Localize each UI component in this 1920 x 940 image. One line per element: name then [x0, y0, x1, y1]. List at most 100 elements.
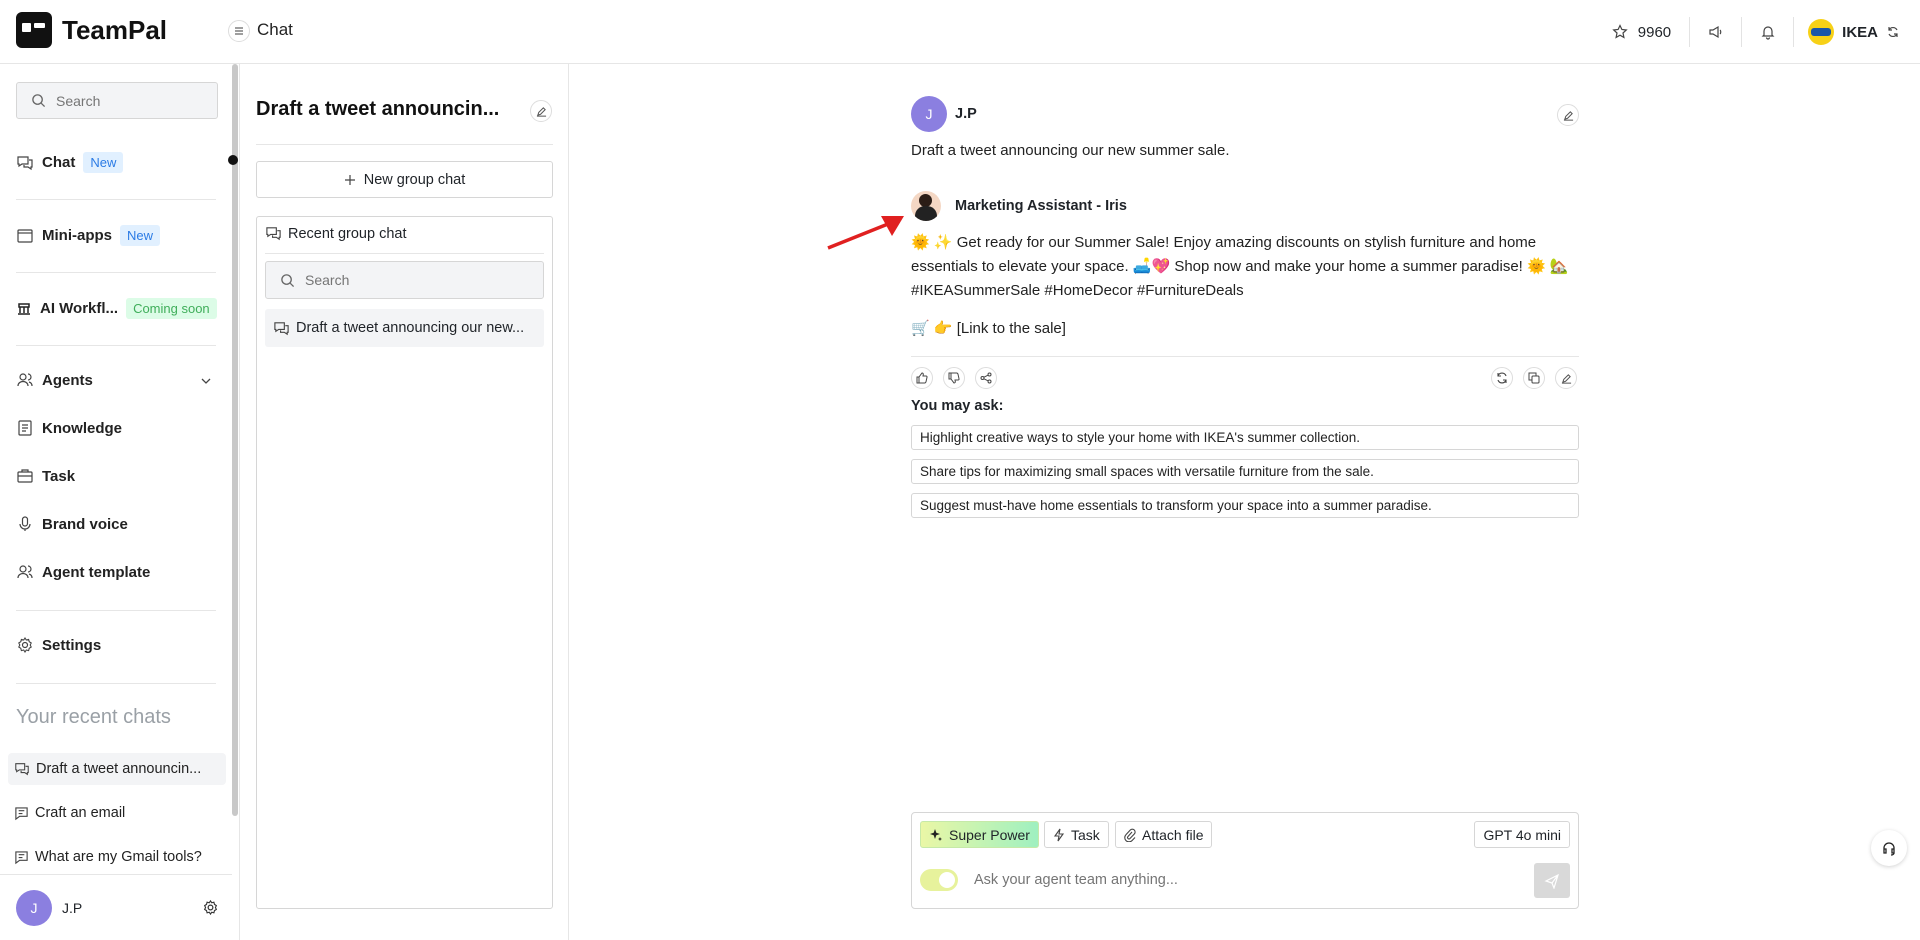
recent-chats-title: Your recent chats — [16, 706, 171, 728]
credits-count: 9960 — [1637, 23, 1672, 41]
thumbs-up-icon — [916, 372, 928, 384]
message-text: Draft a tweet announcing our new summer … — [911, 142, 1230, 159]
sidebar-item-agents[interactable]: Agents — [16, 371, 216, 389]
dislike-button[interactable] — [943, 367, 965, 389]
app-logo[interactable]: TeamPal — [16, 12, 167, 48]
announcements-button[interactable] — [1690, 17, 1743, 47]
suggestion-item[interactable]: Highlight creative ways to style your ho… — [911, 425, 1579, 450]
sidebar-search[interactable] — [16, 82, 218, 119]
app-root: TeamPal Chat 9960 IKEA Search Chat New M… — [0, 0, 1920, 940]
new-group-chat-button[interactable]: New group chat — [256, 161, 553, 198]
megaphone-icon — [1709, 25, 1722, 39]
group-chat-item[interactable]: Draft a tweet announcing our new... — [265, 309, 544, 347]
sidebar-item-ai-workflow[interactable]: AI Workfl... Coming soon — [16, 298, 217, 319]
recent-group-chat-label: Recent group chat — [288, 225, 407, 242]
sidebar-toggle-button[interactable] — [228, 20, 250, 42]
sidebar-item-agent-template[interactable]: Agent template — [16, 563, 150, 581]
user-profile[interactable]: J J.P — [0, 874, 232, 940]
message-actions — [911, 356, 1579, 396]
chat-icon — [17, 155, 33, 170]
sparkle-icon — [930, 828, 942, 841]
you-may-ask-title: You may ask: — [911, 398, 1004, 414]
sidebar-item-mini-apps[interactable]: Mini-apps New — [16, 225, 161, 246]
recent-chat-item[interactable]: Draft a tweet announcin... — [8, 753, 226, 785]
credits-button[interactable]: 9960 — [1612, 17, 1691, 47]
support-button[interactable] — [1871, 830, 1907, 866]
super-power-button[interactable]: Super Power — [920, 821, 1039, 848]
group-chat-search-input[interactable] — [305, 272, 525, 288]
gear-icon — [18, 636, 32, 654]
suggestion-item[interactable]: Share tips for maximizing small spaces w… — [911, 459, 1579, 484]
lightning-icon — [1053, 828, 1065, 841]
plus-icon — [344, 174, 355, 185]
agent-name: Marketing Assistant - Iris — [955, 198, 1127, 214]
conversation-title: Draft a tweet announcin... — [256, 98, 500, 120]
users-icon — [17, 565, 33, 579]
edit-message-button[interactable] — [1557, 104, 1579, 126]
share-button[interactable] — [975, 367, 997, 389]
send-icon — [1544, 873, 1559, 889]
avatar: J — [911, 96, 947, 132]
like-button[interactable] — [911, 367, 933, 389]
sidebar-item-brand-voice[interactable]: Brand voice — [16, 515, 128, 533]
task-button[interactable]: Task — [1044, 821, 1109, 848]
send-button[interactable] — [1534, 863, 1570, 898]
indicator-dot — [228, 155, 238, 165]
notifications-button[interactable] — [1742, 17, 1795, 47]
top-right-controls: 9960 IKEA — [1612, 14, 1900, 50]
sidebar-item-label: Agents — [42, 371, 93, 389]
group-chat-label: Draft a tweet announcing our new... — [296, 320, 525, 336]
recent-chat-label: Draft a tweet announcin... — [36, 761, 202, 777]
sidebar-item-knowledge[interactable]: Knowledge — [16, 419, 122, 437]
chat-main: J J.P Draft a tweet announcing our new s… — [569, 64, 1920, 940]
divider — [256, 144, 553, 145]
search-icon — [281, 273, 295, 287]
recent-chat-label: What are my Gmail tools? — [35, 849, 202, 865]
copy-button[interactable] — [1523, 367, 1545, 389]
sender-name: J.P — [955, 106, 977, 122]
message-composer: Super Power Task Attach file GPT 4o mini — [911, 812, 1579, 909]
edit-icon — [1563, 110, 1573, 121]
chat-icon — [15, 763, 29, 776]
chat-input[interactable] — [974, 869, 1474, 891]
logo-icon — [16, 12, 52, 48]
sidebar-item-label: Mini-apps — [42, 227, 112, 244]
headset-icon — [1883, 842, 1895, 856]
star-icon — [1612, 24, 1628, 39]
copy-icon — [1528, 372, 1540, 384]
sidebar-item-settings[interactable]: Settings — [16, 636, 101, 654]
model-selector[interactable]: GPT 4o mini — [1474, 821, 1570, 848]
message-line: essentials to elevate your space. 🛋️💖 Sh… — [911, 258, 1569, 275]
sidebar-scrollbar[interactable] — [232, 64, 238, 816]
org-switcher[interactable]: IKEA — [1794, 19, 1900, 45]
new-group-chat-label: New group chat — [363, 171, 466, 188]
sidebar-item-chat[interactable]: Chat New — [16, 152, 124, 173]
paperclip-icon — [1124, 828, 1136, 842]
recent-chat-item[interactable]: What are my Gmail tools? — [8, 841, 226, 873]
share-icon — [980, 372, 992, 384]
sidebar-item-task[interactable]: Task — [16, 467, 75, 485]
sidebar-search-input[interactable] — [56, 92, 206, 109]
edit-icon — [1561, 373, 1571, 384]
org-logo — [1808, 19, 1835, 45]
attach-file-button[interactable]: Attach file — [1115, 821, 1213, 848]
user-message: J J.P Draft a tweet announcing our new s… — [911, 96, 1579, 159]
new-badge: New — [120, 225, 161, 246]
recent-group-chat-box: Recent group chat Draft a tweet announci… — [256, 216, 553, 909]
chat-icon — [274, 321, 289, 335]
recent-chat-label: Craft an email — [35, 805, 126, 821]
agent-mode-toggle[interactable] — [920, 869, 958, 891]
chevron-down-icon[interactable] — [200, 375, 212, 387]
gear-icon[interactable] — [202, 899, 219, 916]
edit-title-button[interactable] — [530, 100, 552, 122]
suggestion-item[interactable]: Suggest must-have home essentials to tra… — [911, 493, 1579, 518]
group-chat-search[interactable] — [265, 261, 544, 299]
attach-file-label: Attach file — [1142, 826, 1204, 843]
regenerate-button[interactable] — [1491, 367, 1513, 389]
message-icon — [15, 806, 28, 820]
edit-response-button[interactable] — [1555, 367, 1577, 389]
bell-icon — [1761, 26, 1775, 40]
microphone-icon — [19, 516, 31, 531]
recent-chat-item[interactable]: Craft an email — [8, 797, 226, 829]
briefcase-icon — [17, 469, 33, 483]
